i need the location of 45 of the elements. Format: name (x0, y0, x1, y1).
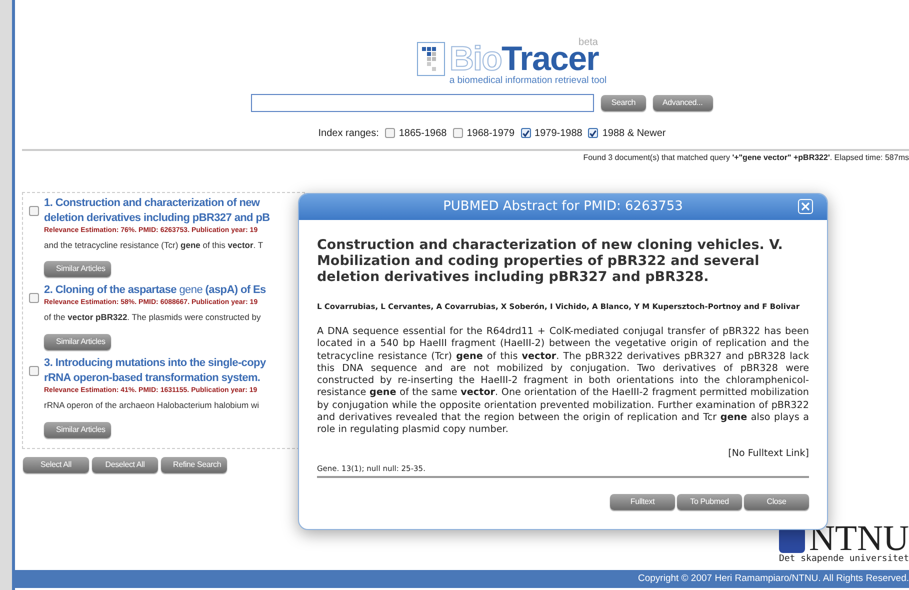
result-title-link[interactable]: deletion derivatives including pBR327 and pB (44, 210, 270, 226)
close-button[interactable]: Close (744, 494, 809, 510)
range-label: 1988 & Newer (602, 126, 666, 140)
advanced-button[interactable]: Advanced... (652, 94, 713, 110)
checkbox[interactable] (29, 206, 39, 216)
result-summary: Found 3 document(s) that matched query '+"gene vector" +pBR322'. Elapsed time: 587ms (583, 152, 909, 164)
article-title: Construction and characterization of new cloning vehicles. V. Mobilization and coding properties of pBR322 and several deletion derivatives including pBR327 and pBR328. (317, 237, 784, 285)
index-ranges-label: Index ranges: (318, 126, 379, 140)
select-all-button[interactable]: Select All (23, 456, 89, 473)
checkbox[interactable] (29, 293, 39, 304)
similar-articles-button[interactable]: Similar Articles (44, 261, 111, 278)
dialog-title: PUBMED Abstract for PMID: 6263753 (443, 198, 683, 216)
ntnu-logo-text: NTNU (809, 522, 909, 552)
range-label: 1979-1988 (534, 126, 582, 140)
close-icon[interactable] (798, 199, 813, 214)
checkbox[interactable] (588, 128, 598, 138)
no-fulltext-text: [No Fulltext Link] (728, 446, 809, 461)
checkbox[interactable] (29, 366, 39, 376)
logo-tagline: a biomedical information retrieval tool (449, 76, 607, 86)
search-field[interactable] (251, 94, 594, 112)
to-pubmed-button[interactable]: To Pubmed (677, 494, 742, 510)
abstract-text: A DNA sequence essential for the R64drd11 + ColK-mediated conjugal transfer of pBR322 has been located in a 540 bp HaeIII fragment (HaeIII-2) between the vegetative origin of replication and the tetracycline resistance (Tcr) gene of this vector. The pBR322 derivatives pBR327 and pBR328 lack this DNA sequence and are not mobilized by conjugation. Two derivatives of pBR328 were constructed by re-inserting the HaeIII-2 fragment in both orientations into the chloramphenicol-resistance gene of the same vector. One orientation of the HaeIII-2 fragment permitted mobilization by conjugation while the opposite orientation prevented mobilization. Further examination of pBR322 and derivatives revealed that the region between the origin of replication and Tcr gene also plays a role in regulating plasmid copy number. (317, 326, 809, 437)
result-title-link[interactable]: 2. Cloning of the aspartase gene (aspA) of Es (44, 283, 266, 298)
checkmark-icon (589, 128, 598, 138)
search-button[interactable]: Search (601, 94, 646, 110)
checkmark-icon (522, 128, 530, 138)
result-snippet: rRNA operon of the archaeon Halobacterium halobium wi (44, 399, 260, 412)
range-label: 1865-1968 (398, 126, 447, 140)
ntnu-slogan: Det skapende universitet (778, 552, 909, 566)
result-title-link[interactable]: 1. Construction and characterization of new (44, 196, 270, 210)
deselect-all-button[interactable]: Deselect All (92, 456, 158, 473)
result-snippet: and the tetracycline resistance (Tcr) gene of this vector. T (44, 238, 264, 252)
copyright-text: Copyright © 2007 Heri Ramampiaro/NTNU. All Rights Reserved. (638, 572, 909, 586)
similar-articles-button[interactable]: Similar Articles (44, 422, 111, 438)
logo-icon (417, 42, 446, 76)
checkbox[interactable] (520, 128, 531, 138)
checkbox[interactable] (384, 128, 395, 138)
result-title-link[interactable]: 3. Introducing mutations into the single-copy (44, 356, 266, 371)
result-title-link[interactable]: rRNA operon-based transformation system. (44, 371, 266, 386)
checkbox[interactable] (452, 128, 463, 138)
similar-articles-button[interactable]: Similar Articles (44, 334, 111, 350)
range-label: 1968-1979 (466, 126, 515, 140)
refine-search-button[interactable]: Refine Search (161, 456, 227, 473)
fulltext-button[interactable]: Fulltext (610, 494, 675, 510)
result-snippet: of the vector pBR322. The plasmids were constructed by (44, 311, 262, 324)
